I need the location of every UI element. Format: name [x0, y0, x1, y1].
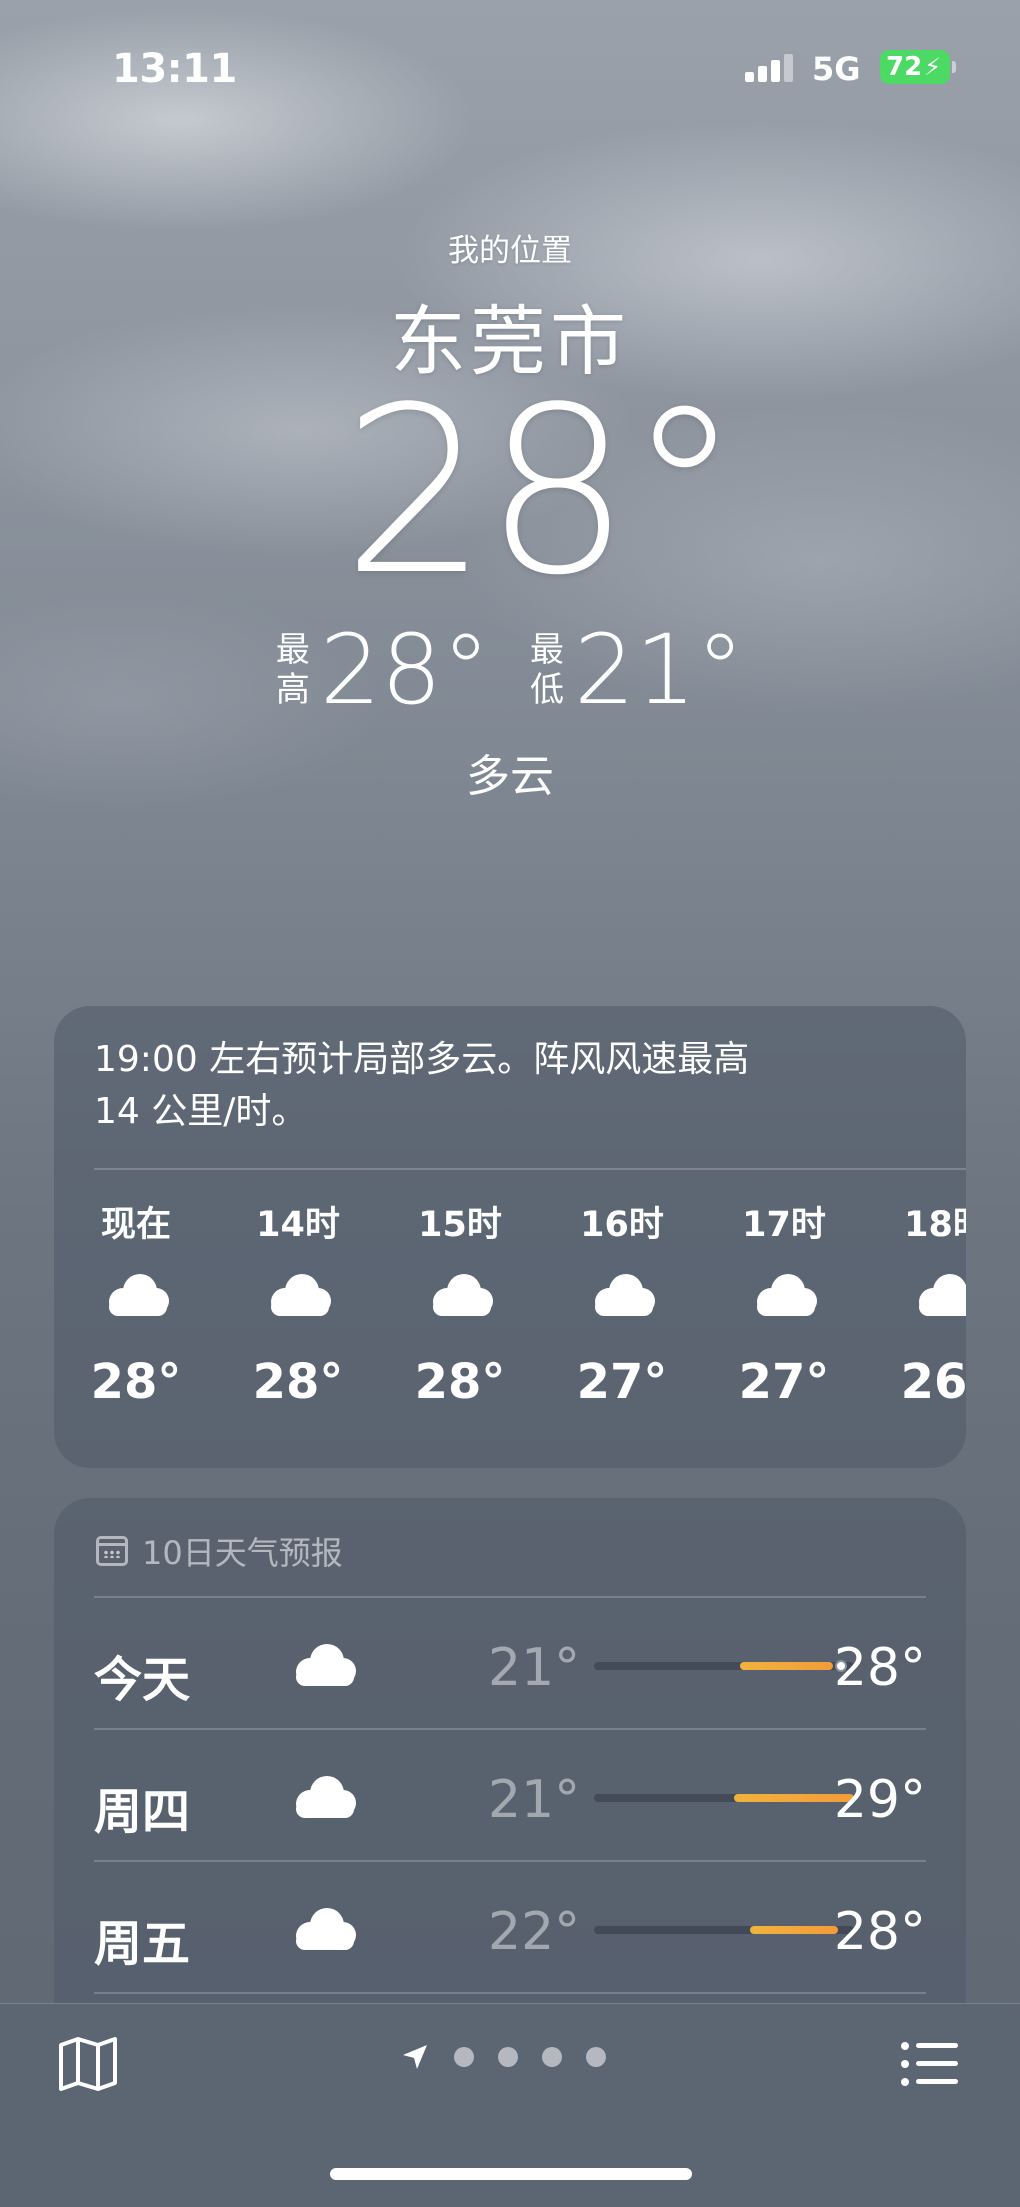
day-name: 周五: [94, 1916, 191, 1972]
day-high-temperature: 29°: [833, 1770, 926, 1830]
day-low-temperature: 21°: [488, 1638, 581, 1698]
hour-temperature: 28°: [90, 1354, 182, 1410]
cloud-icon: [913, 1272, 966, 1316]
day-row[interactable]: 周四 21° 29°: [94, 1730, 926, 1860]
hour-temperature: 26°: [900, 1354, 966, 1410]
status-time: 13:11: [112, 46, 237, 92]
temperature-range-bar: [594, 1926, 854, 1934]
day-high-temperature: 28°: [833, 1902, 926, 1962]
cloud-icon: [290, 1642, 356, 1686]
day-row[interactable]: 今天 21° 28°: [94, 1598, 926, 1728]
hour-label: 18时: [904, 1205, 966, 1245]
hourly-item[interactable]: 现在 28°: [76, 1196, 196, 1410]
hour-label: 16时: [580, 1205, 664, 1245]
hour-temperature: 27°: [576, 1354, 668, 1410]
location-arrow-icon[interactable]: [400, 2042, 430, 2072]
high-temperature: 28°: [319, 614, 490, 726]
cloud-icon: [265, 1272, 331, 1316]
page-dot[interactable]: [542, 2047, 562, 2067]
temperature-range-fill: [750, 1926, 839, 1934]
ten-day-title: 10日天气预报: [142, 1534, 343, 1572]
hour-label: 14时: [256, 1205, 340, 1245]
page-dot[interactable]: [586, 2047, 606, 2067]
cloud-icon: [290, 1774, 356, 1818]
low-label: 最 低: [530, 630, 564, 710]
cloud-icon: [427, 1272, 493, 1316]
hour-temperature: 28°: [414, 1354, 506, 1410]
charging-bolt-icon: ⚡: [924, 53, 942, 81]
current-temperature: 28°: [342, 359, 742, 626]
day-low-temperature: 21°: [488, 1770, 581, 1830]
low-temperature: 21°: [574, 614, 745, 726]
cellular-signal-icon: [745, 52, 795, 82]
day-name: 今天: [94, 1652, 191, 1708]
page-indicator[interactable]: [400, 2042, 606, 2072]
cloud-icon: [290, 1906, 356, 1950]
cloud-icon: [589, 1272, 655, 1316]
day-row[interactable]: 周五 22° 28°: [94, 1862, 926, 1992]
hour-temperature: 27°: [738, 1354, 830, 1410]
hourly-item[interactable]: 16时 27°: [562, 1196, 682, 1410]
high-low-temperatures: 最 高 28° 最 低 21°: [0, 620, 1020, 720]
cloud-icon: [751, 1272, 817, 1316]
high-label: 最 高: [275, 630, 310, 710]
day-high-temperature: 28°: [833, 1638, 926, 1698]
hourly-item[interactable]: 17时 27°: [724, 1196, 844, 1410]
hour-temperature: 28°: [252, 1354, 344, 1410]
temperature-range-bar: [594, 1794, 854, 1802]
hourly-item[interactable]: 18时 26°: [886, 1196, 966, 1410]
status-bar: 13:11 5G 72 ⚡: [0, 40, 1020, 100]
battery-level: 72: [886, 52, 923, 82]
map-icon[interactable]: [58, 2036, 118, 2092]
hourly-item[interactable]: 14时 28°: [238, 1196, 358, 1410]
weather-condition: 多云: [466, 751, 554, 802]
hour-label: 15时: [418, 1205, 502, 1245]
page-dot[interactable]: [454, 2047, 474, 2067]
day-low-temperature: 22°: [488, 1902, 581, 1962]
ten-day-forecast-card[interactable]: 10日天气预报 今天 21° 28° 周四 21° 29° 周五 22° 28°: [54, 1498, 966, 2058]
battery-indicator: 72 ⚡: [880, 50, 950, 84]
home-indicator[interactable]: [330, 2168, 692, 2180]
hourly-item[interactable]: 15时 28°: [400, 1196, 520, 1410]
battery-cap: [952, 61, 956, 73]
hourly-summary: 19:00 左右预计局部多云。阵风风速最高 14 公里/时。: [94, 1039, 750, 1132]
page-dot[interactable]: [498, 2047, 518, 2067]
temperature-range-bar: [594, 1660, 854, 1672]
cloud-icon: [103, 1272, 169, 1316]
temperature-range-fill: [739, 1662, 834, 1670]
calendar-icon: [96, 1536, 128, 1566]
hour-label: 17时: [742, 1205, 826, 1245]
my-location-label: 我的位置: [448, 233, 572, 269]
ten-day-header: 10日天气预报: [96, 1528, 343, 1574]
hour-label: 现在: [100, 1205, 171, 1245]
divider: [94, 1992, 926, 1994]
list-icon[interactable]: [900, 2040, 960, 2088]
hourly-forecast-card[interactable]: 19:00 左右预计局部多云。阵风风速最高 14 公里/时。 现在 28° 14…: [54, 1006, 966, 1468]
day-name: 周四: [94, 1784, 191, 1840]
divider: [94, 1168, 966, 1170]
network-type: 5G: [812, 50, 861, 88]
